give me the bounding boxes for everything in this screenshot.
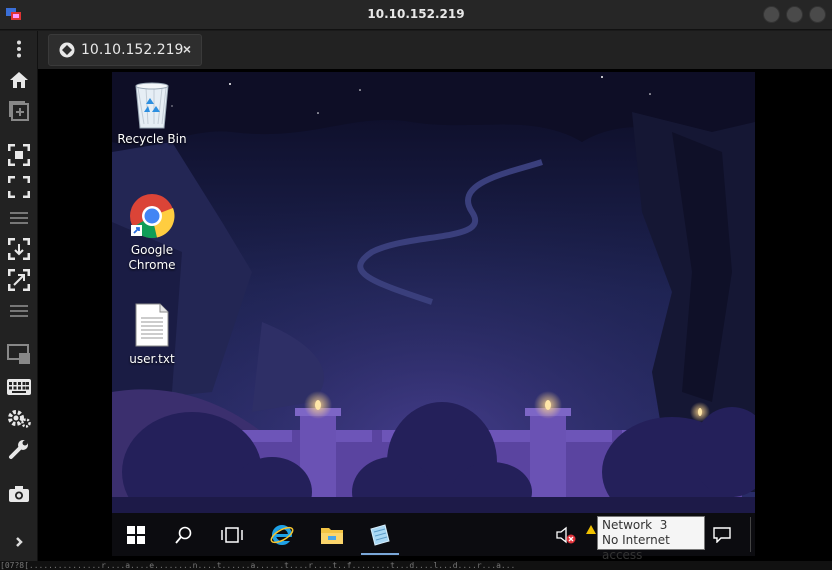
desktop-icon-label: user.txt — [129, 352, 175, 366]
close-window-button[interactable] — [809, 6, 826, 23]
home-icon[interactable] — [7, 68, 31, 92]
network-warning-icon — [586, 525, 596, 534]
desktop-icon-label: Recycle Bin — [117, 132, 187, 146]
network-tooltip: Network 3 No Internet access — [586, 516, 705, 562]
keyboard-icon[interactable] — [7, 375, 31, 399]
desktop-wallpaper — [112, 72, 755, 513]
status-line: [07?8[...............r....a....e........… — [0, 561, 832, 570]
network-status: No Internet access — [602, 533, 670, 562]
desktop-icon-google-chrome[interactable]: Google Chrome — [112, 193, 192, 273]
chrome-icon — [130, 194, 175, 239]
search-icon[interactable] — [170, 521, 198, 549]
fullscreen-icon[interactable] — [7, 175, 31, 199]
chevron-right-icon[interactable] — [7, 530, 31, 554]
active-app-indicator — [361, 553, 399, 555]
text-file-icon — [135, 303, 169, 347]
desktop-icon-user-txt[interactable]: user.txt — [112, 302, 192, 367]
kebab-menu-icon[interactable] — [7, 37, 31, 61]
wrench-icon[interactable] — [7, 437, 31, 461]
shrink-icon[interactable] — [7, 237, 31, 261]
network-name: Network 3 — [602, 518, 668, 532]
display-icon[interactable] — [7, 343, 31, 367]
tab-title: 10.10.152.219 — [81, 42, 184, 58]
desktop-icon-recycle-bin[interactable]: Recycle Bin — [112, 80, 192, 147]
recycle-bin-icon — [135, 82, 169, 129]
remote-desktop[interactable]: Recycle Bin Google Chrome user.txt — [112, 72, 755, 513]
volume-muted-icon[interactable] — [552, 521, 580, 549]
new-window-icon[interactable] — [7, 99, 31, 123]
sidebar — [0, 31, 38, 561]
settings-icon[interactable] — [7, 406, 31, 430]
notepad-icon[interactable] — [366, 521, 394, 549]
file-explorer-icon[interactable] — [318, 521, 346, 549]
camera-icon[interactable] — [7, 482, 31, 506]
notification-icon[interactable] — [708, 521, 736, 549]
taskbar-divider — [750, 517, 751, 552]
title-bar: 10.10.152.219 — [0, 0, 832, 30]
separator-icon — [7, 206, 31, 230]
desktop-icon-label: Google Chrome — [128, 243, 176, 272]
tab-close-button[interactable]: × — [183, 41, 191, 57]
fit-screen-icon[interactable] — [7, 143, 31, 167]
maximize-button[interactable] — [786, 6, 803, 23]
task-view-icon[interactable] — [218, 521, 246, 549]
connection-icon — [59, 42, 75, 58]
tab-bar: 10.10.152.219 × — [38, 31, 832, 69]
windows-start-icon[interactable] — [122, 521, 150, 549]
minimize-button[interactable] — [763, 6, 780, 23]
expand-icon[interactable] — [7, 268, 31, 292]
tab-remote-session[interactable]: 10.10.152.219 × — [48, 34, 202, 66]
separator-icon — [7, 299, 31, 323]
window-title: 10.10.152.219 — [367, 7, 465, 21]
internet-explorer-icon[interactable] — [268, 521, 296, 549]
